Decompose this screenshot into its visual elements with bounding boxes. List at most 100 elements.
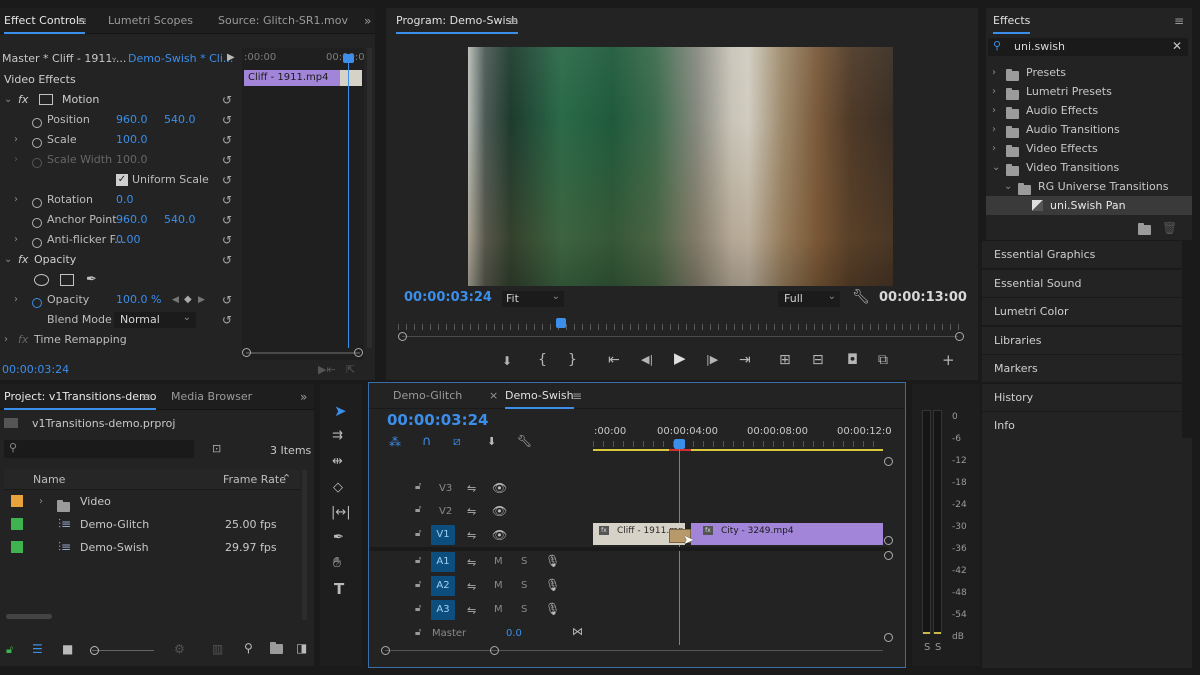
project-search[interactable]: ⚲ bbox=[4, 440, 194, 458]
automate-icon[interactable]: ▥ bbox=[212, 642, 223, 656]
pen-tool-icon[interactable]: ✒ bbox=[333, 530, 344, 545]
slip-tool-icon[interactable]: |↔| bbox=[331, 505, 351, 520]
sync-lock-icon[interactable]: ⇋ bbox=[467, 482, 476, 495]
chevron-down-icon[interactable]: ⌄ bbox=[110, 52, 118, 63]
solo-button[interactable]: S bbox=[521, 556, 527, 567]
ec-clip[interactable]: Cliff - 1911.mp4 bbox=[244, 70, 340, 86]
tab-source[interactable]: Source: Glitch-SR1.mov bbox=[218, 8, 348, 34]
panel-lumetri-color[interactable]: Lumetri Color bbox=[982, 297, 1182, 325]
chevron-down-icon[interactable]: ⌄ bbox=[1004, 177, 1012, 196]
stopwatch-icon[interactable] bbox=[32, 198, 42, 208]
compare-icon[interactable]: ⧉ bbox=[878, 352, 888, 368]
reset-icon[interactable]: ↺ bbox=[222, 294, 235, 307]
solo-button[interactable]: S bbox=[521, 580, 527, 591]
timeline-hscroll-left[interactable] bbox=[381, 646, 390, 655]
track-v1-target[interactable]: V1 bbox=[431, 525, 455, 545]
reset-icon[interactable]: ↺ bbox=[222, 114, 235, 127]
zoom-handle-left[interactable] bbox=[242, 348, 251, 357]
effects-search[interactable]: ⚲ uni.swish ✕ bbox=[988, 38, 1188, 56]
close-tab-icon[interactable]: × bbox=[489, 389, 498, 402]
export-icon[interactable]: ⇱ bbox=[346, 363, 355, 376]
tab-lumetri-scopes[interactable]: Lumetri Scopes bbox=[108, 8, 193, 34]
effects-tree-item[interactable]: › Audio Transitions bbox=[986, 120, 1192, 139]
extract-icon[interactable]: ⊟ bbox=[812, 352, 824, 368]
razor-tool-icon[interactable]: ◇ bbox=[333, 480, 343, 495]
sort-ascending-icon[interactable]: ⌃ bbox=[282, 472, 291, 485]
project-item-row[interactable]: › Video bbox=[4, 490, 300, 513]
stopwatch-icon[interactable] bbox=[32, 138, 42, 148]
track-lock-icon[interactable]: 🔓︎ bbox=[415, 627, 421, 638]
program-ruler[interactable] bbox=[398, 324, 960, 330]
timeline-vscroll-top[interactable] bbox=[884, 457, 893, 466]
program-zoom-handle-left[interactable] bbox=[398, 332, 407, 341]
find-icon[interactable]: ⚲ bbox=[244, 641, 253, 655]
tab-demo-swish[interactable]: Demo-Swish bbox=[505, 383, 574, 409]
program-timecode[interactable]: 00:00:03:24 bbox=[404, 290, 492, 305]
new-item-icon[interactable]: ◨ bbox=[296, 641, 307, 655]
track-select-tool-icon[interactable]: ⇉ bbox=[332, 428, 343, 443]
panel-markers[interactable]: Markers bbox=[982, 354, 1182, 382]
menu-icon[interactable]: ≡ bbox=[141, 384, 151, 410]
zoom-handle-right[interactable] bbox=[354, 348, 363, 357]
rotation-value[interactable]: 0.0 bbox=[116, 190, 134, 210]
chevron-down-icon[interactable]: ⌄ bbox=[4, 90, 12, 110]
label-color-swatch[interactable] bbox=[11, 518, 23, 530]
selection-tool-icon[interactable]: ➤ bbox=[334, 402, 347, 420]
position-y-value[interactable]: 540.0 bbox=[164, 110, 196, 130]
menu-icon[interactable]: ≡ bbox=[508, 8, 518, 34]
ec-scrollbar[interactable] bbox=[367, 48, 372, 348]
timeline-ruler-ticks[interactable] bbox=[593, 441, 883, 447]
antiflicker-value[interactable]: 0.00 bbox=[116, 230, 141, 250]
camera-icon[interactable]: ◘ bbox=[847, 352, 858, 368]
rectangle-mask-icon[interactable] bbox=[60, 274, 74, 286]
sync-lock-icon[interactable]: ⇋ bbox=[467, 556, 476, 569]
reset-icon[interactable]: ↺ bbox=[222, 154, 235, 167]
reset-icon[interactable]: ↺ bbox=[222, 174, 235, 187]
fx-icon[interactable]: fx bbox=[18, 250, 28, 270]
reset-icon[interactable]: ↺ bbox=[222, 194, 235, 207]
nest-icon[interactable]: ⁂ bbox=[389, 435, 401, 449]
track-lock-icon[interactable]: 🔓︎ bbox=[415, 528, 421, 539]
anchor-x-value[interactable]: 960.0 bbox=[116, 210, 148, 230]
eye-icon[interactable]: 👁︎ bbox=[492, 504, 507, 518]
program-scrub-line[interactable] bbox=[402, 336, 958, 337]
hand-tool-icon[interactable]: ✋︎ bbox=[333, 555, 341, 571]
more-panels-icon[interactable]: » bbox=[364, 8, 371, 34]
track-lock-icon[interactable]: 🔓︎ bbox=[415, 579, 421, 590]
ellipse-mask-icon[interactable] bbox=[34, 274, 49, 286]
tab-effects[interactable]: Effects bbox=[993, 8, 1031, 34]
go-to-out-icon[interactable]: ⇥ bbox=[739, 352, 751, 368]
ec-playhead[interactable] bbox=[348, 54, 349, 348]
lock-icon[interactable]: 🔓︎ bbox=[6, 643, 13, 657]
track-v2-label[interactable]: V2 bbox=[439, 506, 452, 517]
delete-icon[interactable]: 🗑︎ bbox=[1162, 221, 1177, 235]
effects-tree-item[interactable]: uni.Swish Pan bbox=[986, 196, 1192, 215]
solo-left-button[interactable]: S bbox=[924, 642, 930, 653]
chevron-down-icon[interactable]: ⌄ bbox=[992, 158, 1000, 177]
sync-lock-icon[interactable]: ⇋ bbox=[467, 529, 476, 542]
motion-row[interactable]: ⌄ fx Motion ↺ bbox=[0, 90, 240, 110]
reset-icon[interactable]: ↺ bbox=[222, 314, 235, 327]
reset-icon[interactable]: ↺ bbox=[222, 214, 235, 227]
chevron-right-icon[interactable]: › bbox=[14, 230, 18, 250]
prev-keyframe-icon[interactable]: ◀ bbox=[172, 290, 179, 310]
clip-city[interactable]: fx City - 3249.mp4 bbox=[691, 523, 883, 545]
timeline-hscroll[interactable] bbox=[385, 650, 883, 651]
project-item-row[interactable]: ⫶≡ Demo-Glitch 25.00 fps bbox=[4, 513, 300, 536]
list-view-icon[interactable]: ☰ bbox=[32, 642, 43, 656]
tab-demo-glitch[interactable]: Demo-Glitch bbox=[393, 383, 462, 409]
wrench-icon[interactable]: 🔧︎ bbox=[852, 289, 870, 305]
add-marker-icon[interactable]: ⬇ bbox=[487, 435, 496, 448]
stopwatch-icon[interactable] bbox=[32, 218, 42, 228]
ec-transition-end[interactable] bbox=[340, 70, 362, 86]
zoom-slider[interactable] bbox=[90, 646, 154, 655]
solo-right-button[interactable]: S bbox=[935, 642, 941, 653]
solo-button[interactable]: S bbox=[521, 604, 527, 615]
sync-lock-icon[interactable]: ⇋ bbox=[467, 505, 476, 518]
track-lock-icon[interactable]: 🔓︎ bbox=[415, 481, 421, 492]
chevron-right-icon[interactable]: › bbox=[992, 139, 996, 158]
play-clip-icon[interactable]: ▶ bbox=[227, 52, 235, 63]
new-bin-icon[interactable] bbox=[1138, 223, 1151, 237]
opacity-value[interactable]: 100.0 % bbox=[116, 290, 161, 310]
effects-tree-item[interactable]: › Lumetri Presets bbox=[986, 82, 1192, 101]
